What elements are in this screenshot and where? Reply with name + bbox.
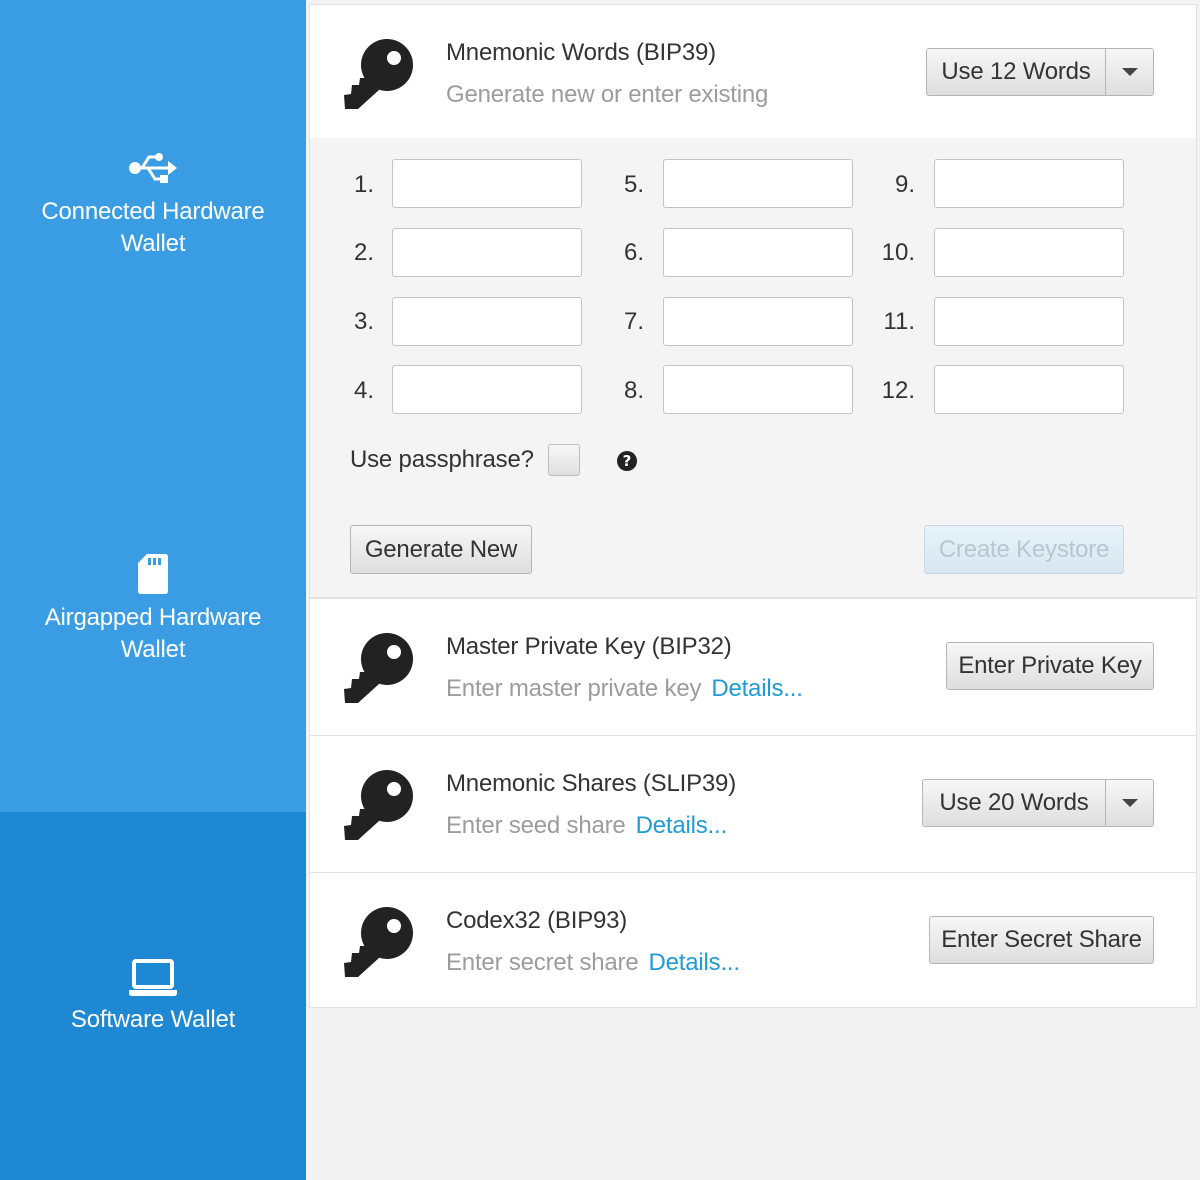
card-subtitle: Generate new or enter existing	[446, 81, 769, 108]
word-label: 12.	[881, 377, 915, 404]
word-label: 9.	[894, 171, 915, 198]
mnemonic-words-card: Mnemonic Words (BIP39) Generate new or e…	[309, 4, 1197, 138]
details-link[interactable]: Details...	[649, 949, 741, 976]
word-input-12[interactable]	[934, 365, 1124, 414]
word-label: 5.	[623, 171, 644, 198]
word-input-11[interactable]	[934, 297, 1124, 346]
word-label: 3.	[353, 308, 374, 335]
word-label: 1.	[353, 171, 374, 198]
card-title: Mnemonic Shares (SLIP39)	[446, 770, 736, 797]
chevron-down-icon	[1121, 68, 1138, 76]
passphrase-label: Use passphrase?	[350, 446, 534, 473]
word-label: 8.	[623, 377, 644, 404]
details-link[interactable]: Details...	[711, 675, 803, 702]
card-subtitle-text: Enter secret share	[446, 949, 639, 976]
word-input-10[interactable]	[934, 228, 1124, 277]
sidebar-item-software-wallet[interactable]: Software Wallet	[0, 812, 306, 1180]
word-input-5[interactable]	[663, 159, 853, 208]
main-content: Mnemonic Words (BIP39) Generate new or e…	[306, 0, 1200, 1180]
share-word-count-label: Use 20 Words	[939, 789, 1089, 816]
word-label: 7.	[623, 308, 644, 335]
word-input-1[interactable]	[392, 159, 582, 208]
dropdown-arrow[interactable]	[1105, 49, 1153, 95]
card-title: Codex32 (BIP93)	[446, 907, 628, 934]
word-label: 11.	[883, 308, 915, 335]
word-input-8[interactable]	[663, 365, 853, 414]
sd-card-icon	[138, 554, 168, 594]
master-private-key-card: Master Private Key (BIP32) Enter master …	[309, 598, 1197, 736]
mnemonic-entry-panel: 1. 2. 3. 4. 5. 6. 7. 8. 9. 10. 11. 12. U…	[309, 138, 1197, 598]
key-icon	[344, 907, 413, 977]
word-input-2[interactable]	[392, 228, 582, 277]
card-title: Mnemonic Words (BIP39)	[446, 39, 716, 66]
word-input-3[interactable]	[392, 297, 582, 346]
word-label: 10.	[881, 239, 915, 266]
chevron-down-icon	[1121, 799, 1138, 807]
passphrase-checkbox[interactable]	[548, 444, 580, 476]
key-icon	[344, 770, 413, 840]
card-title: Master Private Key (BIP32)	[446, 633, 732, 660]
share-word-count-select[interactable]: Use 20 Words	[922, 779, 1154, 827]
card-subtitle-text: Enter seed share	[446, 812, 626, 839]
key-icon	[344, 39, 413, 109]
sidebar-item-connected-hardware-wallet[interactable]: Connected Hardware Wallet	[0, 150, 306, 260]
card-subtitle-text: Enter master private key	[446, 675, 702, 702]
card-subtitle: Enter seed share Details...	[446, 812, 727, 840]
word-input-9[interactable]	[934, 159, 1124, 208]
word-input-4[interactable]	[392, 365, 582, 414]
create-keystore-button[interactable]: Create Keystore	[924, 525, 1124, 574]
details-link[interactable]: Details...	[636, 812, 728, 839]
word-label: 2.	[353, 239, 374, 266]
word-label: 6.	[623, 239, 644, 266]
word-label: 4.	[353, 377, 374, 404]
codex32-card: Codex32 (BIP93) Enter secret share Detail…	[309, 872, 1197, 1008]
word-input-6[interactable]	[663, 228, 853, 277]
card-subtitle: Enter secret share Details...	[446, 949, 740, 977]
sidebar-item-label: Software Wallet	[70, 1006, 236, 1033]
key-icon	[344, 633, 413, 703]
enter-private-key-button[interactable]: Enter Private Key	[946, 642, 1154, 690]
sidebar-item-airgapped-hardware-wallet[interactable]: Airgapped Hardware Wallet	[0, 554, 306, 666]
word-count-select[interactable]: Use 12 Words	[926, 48, 1154, 96]
usb-icon	[129, 153, 177, 183]
enter-secret-share-button[interactable]: Enter Secret Share	[929, 916, 1154, 964]
word-count-label: Use 12 Words	[941, 58, 1091, 85]
laptop-icon	[129, 959, 177, 996]
word-input-7[interactable]	[663, 297, 853, 346]
help-icon[interactable]: ?	[617, 451, 637, 471]
mnemonic-shares-card: Mnemonic Shares (SLIP39) Enter seed shar…	[309, 735, 1197, 873]
generate-new-button[interactable]: Generate New	[350, 525, 532, 574]
sidebar-item-label: Airgapped Hardware Wallet	[44, 604, 262, 663]
card-subtitle: Enter master private key Details...	[446, 675, 803, 703]
sidebar: Connected Hardware Wallet Airgapped Hard…	[0, 0, 306, 1180]
dropdown-arrow[interactable]	[1105, 780, 1153, 826]
sidebar-item-label: Connected Hardware Wallet	[41, 198, 265, 257]
